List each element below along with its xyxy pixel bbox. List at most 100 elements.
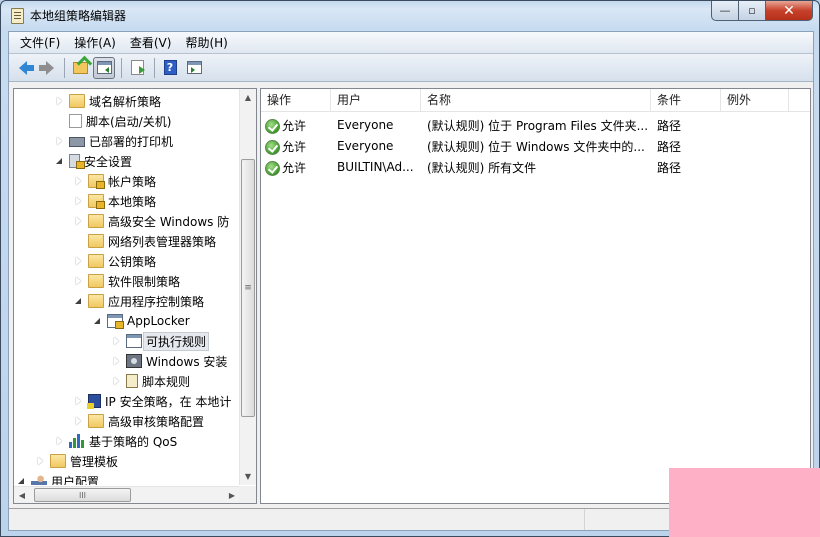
collapse-arrow-icon[interactable] bbox=[74, 296, 84, 306]
expand-arrow-icon[interactable] bbox=[74, 276, 84, 286]
tree-vscroll-thumb[interactable]: ≡ bbox=[241, 159, 255, 417]
executable-rules-icon bbox=[126, 334, 142, 348]
allow-check-icon bbox=[265, 160, 280, 176]
column-header-condition[interactable]: 条件 bbox=[651, 89, 721, 111]
column-header-action[interactable]: 操作 bbox=[261, 89, 331, 111]
tree-node[interactable]: 域名解析策略 bbox=[55, 91, 161, 111]
title-bar[interactable]: 本地组策略编辑器 — ▫ ✕ bbox=[1, 1, 819, 31]
tree-node[interactable]: 帐户策略 bbox=[74, 171, 156, 191]
windows-installer-icon bbox=[126, 354, 142, 368]
show-hide-console-tree-button[interactable] bbox=[93, 56, 115, 79]
window-title: 本地组策略编辑器 bbox=[30, 9, 127, 23]
tree-node-label: 软件限制策略 bbox=[108, 274, 181, 289]
folder-icon bbox=[88, 234, 104, 248]
tree-node[interactable]: 网络列表管理器策略 bbox=[74, 231, 216, 251]
cell-user: BUILTIN\Ad... bbox=[331, 160, 421, 174]
tree-horizontal-scrollbar[interactable]: ◀ III ▶ bbox=[14, 486, 240, 503]
tree-node-label: 基于策略的 QoS bbox=[89, 434, 178, 449]
scroll-up-icon[interactable]: ▲ bbox=[240, 89, 256, 106]
expand-arrow-icon[interactable] bbox=[74, 396, 84, 406]
tree-node[interactable]: IP 安全策略，在 本地计 bbox=[74, 391, 231, 411]
forward-button[interactable] bbox=[36, 57, 58, 79]
expand-arrow-icon[interactable] bbox=[74, 216, 84, 226]
tree-node-label: 管理模板 bbox=[70, 454, 119, 469]
no-expander bbox=[74, 236, 84, 246]
tree-node[interactable]: 软件限制策略 bbox=[74, 271, 180, 291]
qos-chart-icon bbox=[69, 434, 85, 448]
expand-arrow-icon[interactable] bbox=[74, 256, 84, 266]
tree-node[interactable]: 公钥策略 bbox=[74, 251, 156, 271]
tree-node-label: 网络列表管理器策略 bbox=[108, 234, 217, 249]
expand-arrow-icon[interactable] bbox=[112, 356, 122, 366]
minimize-button[interactable]: — bbox=[711, 1, 739, 21]
tree-node[interactable]: 安全设置 bbox=[55, 151, 132, 171]
tree-node[interactable]: 本地策略 bbox=[74, 191, 156, 211]
minimize-icon: — bbox=[719, 4, 731, 17]
column-header-name[interactable]: 名称 bbox=[421, 89, 651, 111]
pink-overlay bbox=[669, 468, 820, 537]
cell-user: Everyone bbox=[331, 139, 421, 153]
rule-row[interactable]: 允许 Everyone (默认规则) 位于 Windows 文件夹中的... 路径 bbox=[261, 136, 810, 156]
folder-icon bbox=[69, 94, 85, 108]
scroll-left-icon[interactable]: ◀ bbox=[14, 487, 30, 503]
expand-arrow-icon[interactable] bbox=[74, 196, 84, 206]
expand-arrow-icon[interactable] bbox=[55, 96, 65, 106]
column-header-exception[interactable]: 例外 bbox=[721, 89, 789, 111]
tree-node-label: 应用程序控制策略 bbox=[108, 294, 205, 309]
tree-node-label: 高级安全 Windows 防 bbox=[108, 214, 230, 229]
tree-node[interactable]: 已部署的打印机 bbox=[55, 131, 173, 151]
expand-arrow-icon[interactable] bbox=[36, 456, 46, 466]
cell-user: Everyone bbox=[331, 118, 421, 132]
tree-node[interactable]: 基于策略的 QoS bbox=[55, 431, 177, 451]
tree-node[interactable]: 高级安全 Windows 防 bbox=[74, 211, 229, 231]
rule-row[interactable]: 允许 BUILTIN\Ad... (默认规则) 所有文件 路径 bbox=[261, 157, 810, 177]
tree-node[interactable]: 管理模板 bbox=[36, 451, 118, 471]
expand-arrow-icon[interactable] bbox=[55, 136, 65, 146]
tree-vertical-scrollbar[interactable]: ▲ ≡ ▼ bbox=[239, 89, 256, 485]
maximize-button[interactable]: ▫ bbox=[739, 1, 766, 21]
menu-view[interactable]: 查看(V) bbox=[123, 32, 179, 54]
close-icon: ✕ bbox=[783, 2, 795, 19]
folder-icon bbox=[50, 454, 66, 468]
menu-help[interactable]: 帮助(H) bbox=[178, 32, 234, 54]
expand-arrow-icon[interactable] bbox=[112, 336, 122, 346]
rule-row[interactable]: 允许 Everyone (默认规则) 位于 Program Files 文件夹...… bbox=[261, 115, 810, 135]
menu-file[interactable]: 文件(F) bbox=[13, 32, 67, 54]
tree-hscroll-thumb[interactable]: III bbox=[34, 488, 131, 502]
scroll-down-icon[interactable]: ▼ bbox=[240, 468, 256, 485]
tree-node[interactable]: 应用程序控制策略 bbox=[74, 291, 204, 311]
console-tree-pane: 域名解析策略脚本(启动/关机) 已部署的打印机安全设置 帐户策略 本地策略高级安全 W… bbox=[13, 88, 257, 504]
cell-condition: 路径 bbox=[651, 138, 721, 155]
collapse-arrow-icon[interactable] bbox=[17, 476, 27, 485]
expand-arrow-icon[interactable] bbox=[74, 176, 84, 186]
grip-icon: III bbox=[78, 490, 87, 500]
expand-arrow-icon[interactable] bbox=[112, 376, 122, 386]
expand-arrow-icon[interactable] bbox=[55, 436, 65, 446]
export-list-button[interactable] bbox=[126, 57, 148, 79]
collapse-arrow-icon[interactable] bbox=[93, 316, 103, 326]
up-level-button[interactable] bbox=[69, 57, 91, 79]
expand-arrow-icon[interactable] bbox=[74, 416, 84, 426]
tree-node[interactable]: 用户配置 bbox=[17, 471, 99, 485]
tree-node-label: 已部署的打印机 bbox=[89, 134, 174, 149]
forward-arrow-icon bbox=[39, 60, 54, 75]
menu-action[interactable]: 操作(A) bbox=[67, 32, 123, 54]
grip-icon: ≡ bbox=[244, 283, 252, 293]
tree-node-label: 域名解析策略 bbox=[89, 94, 162, 109]
cell-text: 路径 bbox=[657, 160, 682, 175]
tree-node[interactable]: 脚本规则 bbox=[112, 371, 190, 391]
close-button[interactable]: ✕ bbox=[766, 1, 813, 21]
collapse-arrow-icon[interactable] bbox=[55, 156, 65, 166]
tree-node[interactable]: Windows 安装 bbox=[112, 351, 227, 371]
tree-node[interactable]: AppLocker bbox=[93, 311, 190, 331]
help-button[interactable]: ? bbox=[159, 57, 181, 79]
back-button[interactable] bbox=[12, 57, 34, 79]
client-area: 文件(F) 操作(A) 查看(V) 帮助(H) ? 域名解析策略脚本(启动/关机… bbox=[8, 31, 814, 531]
tree-node[interactable]: 高级审核策略配置 bbox=[74, 411, 204, 431]
allow-check-icon bbox=[265, 118, 280, 134]
scroll-right-icon[interactable]: ▶ bbox=[224, 487, 240, 503]
show-hide-action-pane-button[interactable] bbox=[183, 57, 205, 79]
tree-node[interactable]: 可执行规则 bbox=[112, 331, 210, 351]
column-header-user[interactable]: 用户 bbox=[331, 89, 421, 111]
tree-node[interactable]: 脚本(启动/关机) bbox=[55, 111, 171, 131]
